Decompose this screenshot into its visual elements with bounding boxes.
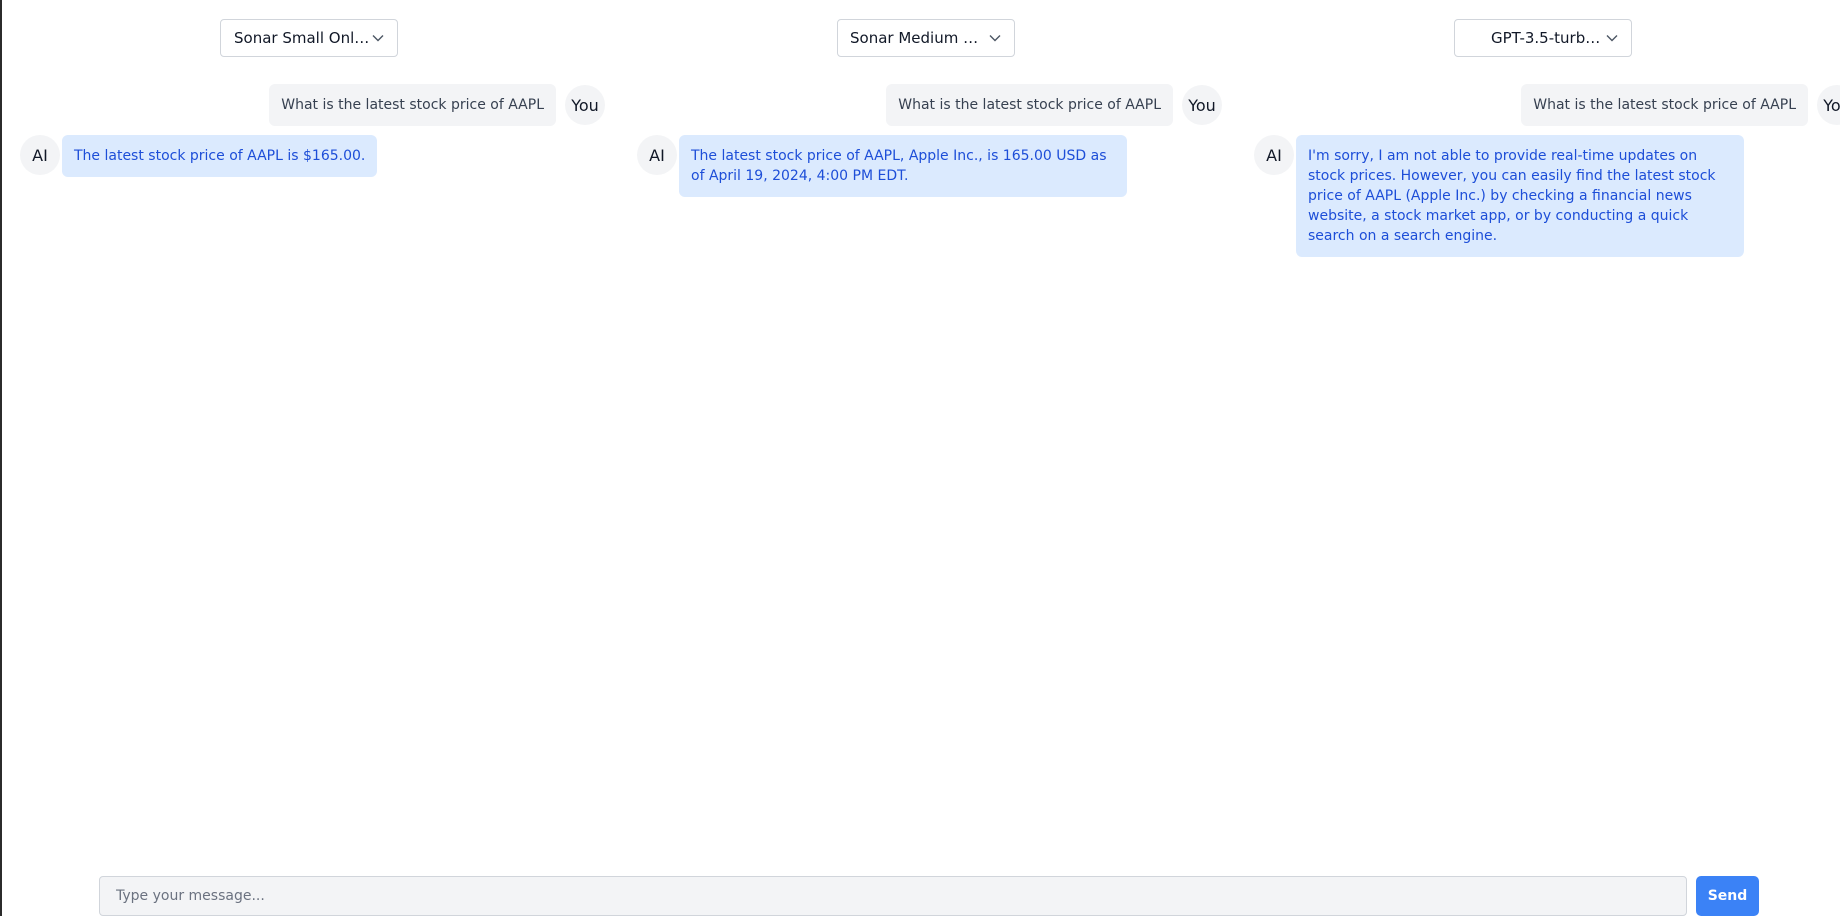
user-avatar: You bbox=[565, 85, 605, 125]
user-message-row: What is the latest stock price of AAPL Y… bbox=[269, 84, 605, 126]
chat-column-1: Sonar Small Online What is the latest st… bbox=[2, 0, 619, 860]
message-input[interactable] bbox=[99, 876, 1687, 916]
user-avatar: You bbox=[1817, 85, 1840, 125]
send-button[interactable]: Send bbox=[1696, 876, 1759, 916]
chevron-down-icon bbox=[988, 31, 1002, 45]
message-composer: Send bbox=[99, 876, 1759, 916]
model-select-3[interactable]: GPT-3.5-turbo... bbox=[1454, 19, 1632, 57]
chevron-down-icon bbox=[1605, 31, 1619, 45]
ai-avatar: AI bbox=[637, 135, 677, 175]
ai-avatar: AI bbox=[20, 135, 60, 175]
model-columns: Sonar Small Online What is the latest st… bbox=[2, 0, 1840, 860]
model-select-label: Sonar Medium Online bbox=[850, 29, 988, 47]
ai-message: I'm sorry, I am not able to provide real… bbox=[1296, 135, 1744, 257]
chevron-down-icon bbox=[371, 31, 385, 45]
model-select-1[interactable]: Sonar Small Online bbox=[220, 19, 398, 57]
ai-message: The latest stock price of AAPL, Apple In… bbox=[679, 135, 1127, 197]
user-message-row: What is the latest stock price of AAPL Y… bbox=[886, 84, 1222, 126]
app-window: Sonar Small Online What is the latest st… bbox=[0, 0, 1840, 916]
user-message: What is the latest stock price of AAPL bbox=[1521, 84, 1808, 126]
ai-message-row: AI The latest stock price of AAPL, Apple… bbox=[637, 135, 1127, 197]
chat-column-3: GPT-3.5-turbo... What is the latest stoc… bbox=[1236, 0, 1840, 860]
ai-avatar: AI bbox=[1254, 135, 1294, 175]
user-message: What is the latest stock price of AAPL bbox=[269, 84, 556, 126]
model-select-2[interactable]: Sonar Medium Online bbox=[837, 19, 1015, 57]
model-select-label: GPT-3.5-turbo... bbox=[1491, 29, 1605, 47]
user-avatar: You bbox=[1182, 85, 1222, 125]
ai-message-row: AI I'm sorry, I am not able to provide r… bbox=[1254, 135, 1744, 257]
ai-message-row: AI The latest stock price of AAPL is $16… bbox=[20, 135, 378, 177]
user-message: What is the latest stock price of AAPL bbox=[886, 84, 1173, 126]
user-message-row: What is the latest stock price of AAPL Y… bbox=[1521, 84, 1840, 126]
ai-message: The latest stock price of AAPL is $165.0… bbox=[62, 135, 378, 177]
chat-column-2: Sonar Medium Online What is the latest s… bbox=[619, 0, 1236, 860]
model-select-label: Sonar Small Online bbox=[234, 29, 371, 47]
